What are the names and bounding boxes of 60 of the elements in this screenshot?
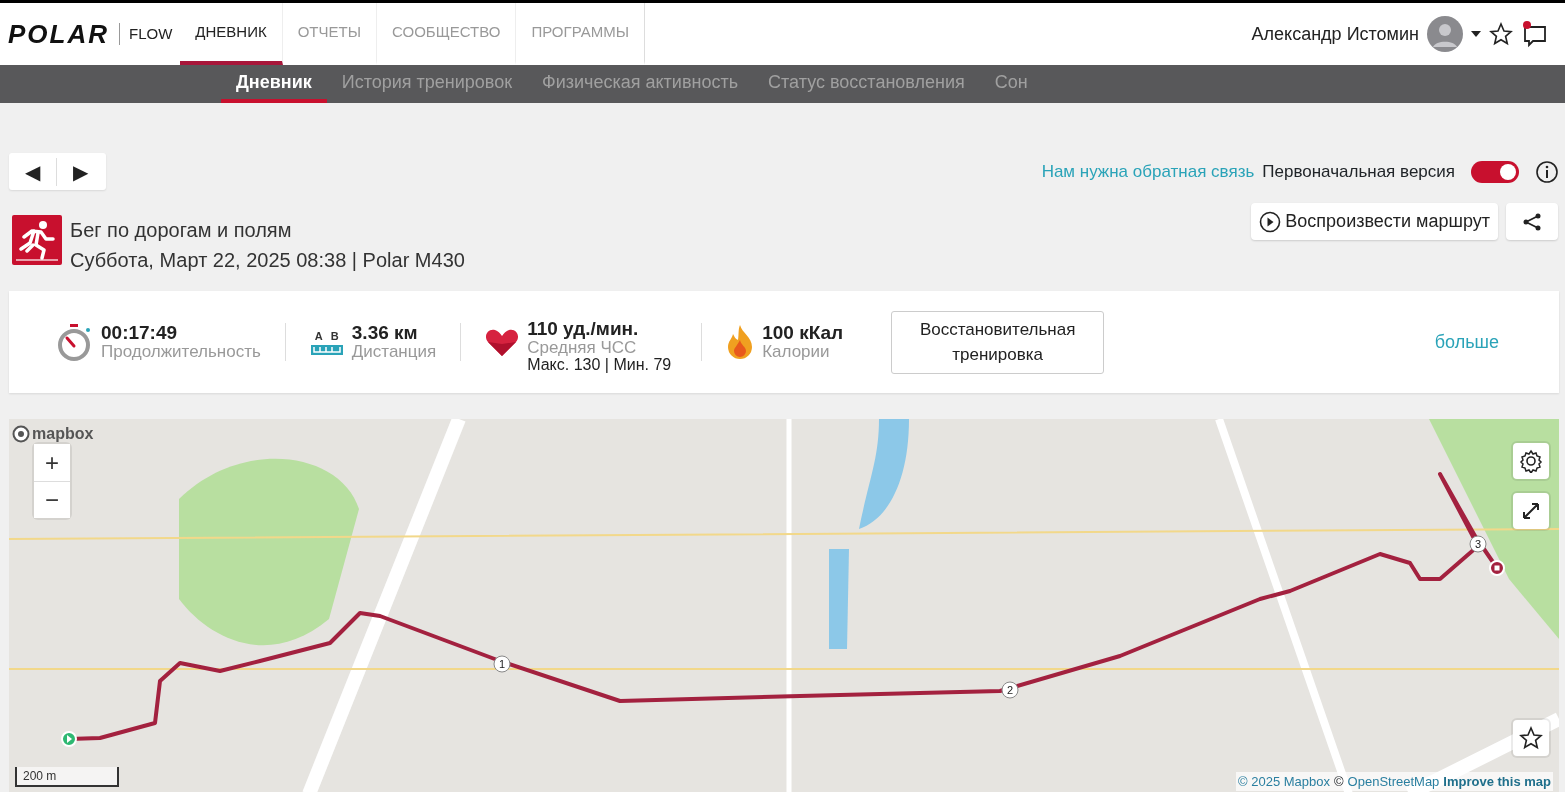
sub-tab[interactable]: Сон bbox=[979, 65, 1043, 103]
point-label: A bbox=[314, 328, 323, 344]
attribution-text: © bbox=[1334, 772, 1344, 791]
stat-detail: Макс. 130 | Мин. 79 bbox=[527, 357, 673, 374]
caret-icon[interactable] bbox=[1471, 31, 1481, 37]
logo: POLAR bbox=[8, 17, 109, 51]
stat-label: Дистанция bbox=[351, 342, 437, 362]
more-link[interactable]: больше bbox=[1434, 328, 1499, 356]
stat-label: Продолжительность bbox=[101, 342, 261, 362]
sub-tab[interactable]: Дневник bbox=[221, 65, 327, 103]
stopwatch-icon bbox=[57, 323, 93, 361]
stat-value: 110 уд./мин. bbox=[527, 318, 640, 339]
mapbox-logo: mapbox bbox=[32, 424, 94, 444]
stat-value: 100 кКал bbox=[762, 322, 844, 343]
flame-icon bbox=[726, 324, 755, 360]
start-marker bbox=[61, 731, 77, 747]
star-icon bbox=[1519, 726, 1543, 750]
training-benefit-button[interactable]: Восстановительная тренировка bbox=[891, 310, 1105, 374]
previous-button[interactable]: ◀ bbox=[9, 157, 56, 186]
finish-marker bbox=[1489, 560, 1505, 576]
next-button[interactable]: ▶ bbox=[56, 157, 104, 186]
stat-value: 3.36 км bbox=[351, 322, 419, 343]
km-marker: 3 bbox=[1469, 535, 1487, 553]
share-button[interactable] bbox=[1506, 203, 1558, 240]
attribution-link[interactable]: © 2025 Mapbox bbox=[1238, 771, 1330, 791]
user-name[interactable]: Александр Истомин bbox=[1251, 20, 1419, 48]
avatar-icon[interactable] bbox=[1427, 16, 1463, 52]
settings-icon bbox=[1519, 449, 1543, 473]
ruler-icon bbox=[309, 344, 344, 357]
zoom-out-button[interactable]: − bbox=[34, 481, 70, 518]
fullscreen-button[interactable] bbox=[1513, 493, 1549, 529]
heart-icon bbox=[485, 327, 520, 357]
stat-value: 00:17:49 bbox=[101, 322, 179, 343]
sub-tab[interactable]: Статус восстановления bbox=[753, 65, 980, 103]
sub-tab[interactable]: Физическая активность bbox=[527, 65, 754, 103]
play-icon bbox=[1259, 210, 1282, 233]
info-icon[interactable] bbox=[1535, 159, 1559, 184]
message-icon[interactable] bbox=[1521, 20, 1549, 48]
point-label: B bbox=[330, 328, 339, 344]
replay-route-button[interactable]: Воспроизвести маршрут bbox=[1251, 203, 1498, 240]
session-subtitle: Суббота, Март 22, 2025 08:38 | Polar M430 bbox=[70, 248, 465, 273]
stat-label: Калории bbox=[762, 342, 831, 362]
mapbox-logo-icon bbox=[12, 425, 30, 443]
attribution-link[interactable]: OpenStreetMap bbox=[1347, 771, 1440, 791]
km-marker: 2 bbox=[1001, 681, 1019, 699]
sub-tab[interactable]: История тренировок bbox=[326, 65, 528, 103]
product-name: FLOW bbox=[119, 22, 173, 46]
settings-button[interactable] bbox=[1513, 443, 1549, 479]
stat-label: Средняя ЧСС bbox=[527, 338, 638, 358]
session-title: Бег по дорогам и полям bbox=[70, 218, 293, 243]
version-toggle[interactable] bbox=[1471, 160, 1519, 183]
toggle-label: Первоначальная версия bbox=[1262, 160, 1455, 183]
km-marker: 1 bbox=[493, 655, 511, 673]
share-icon bbox=[1522, 212, 1542, 233]
scale-bar: 200 m bbox=[15, 767, 119, 787]
attribution-link[interactable]: Improve this map bbox=[1443, 771, 1551, 791]
star-icon[interactable] bbox=[1489, 22, 1513, 46]
feedback-link[interactable]: Нам нужна обратная связь bbox=[1041, 158, 1255, 185]
running-icon bbox=[12, 215, 62, 265]
favorite-button[interactable] bbox=[1513, 720, 1549, 756]
